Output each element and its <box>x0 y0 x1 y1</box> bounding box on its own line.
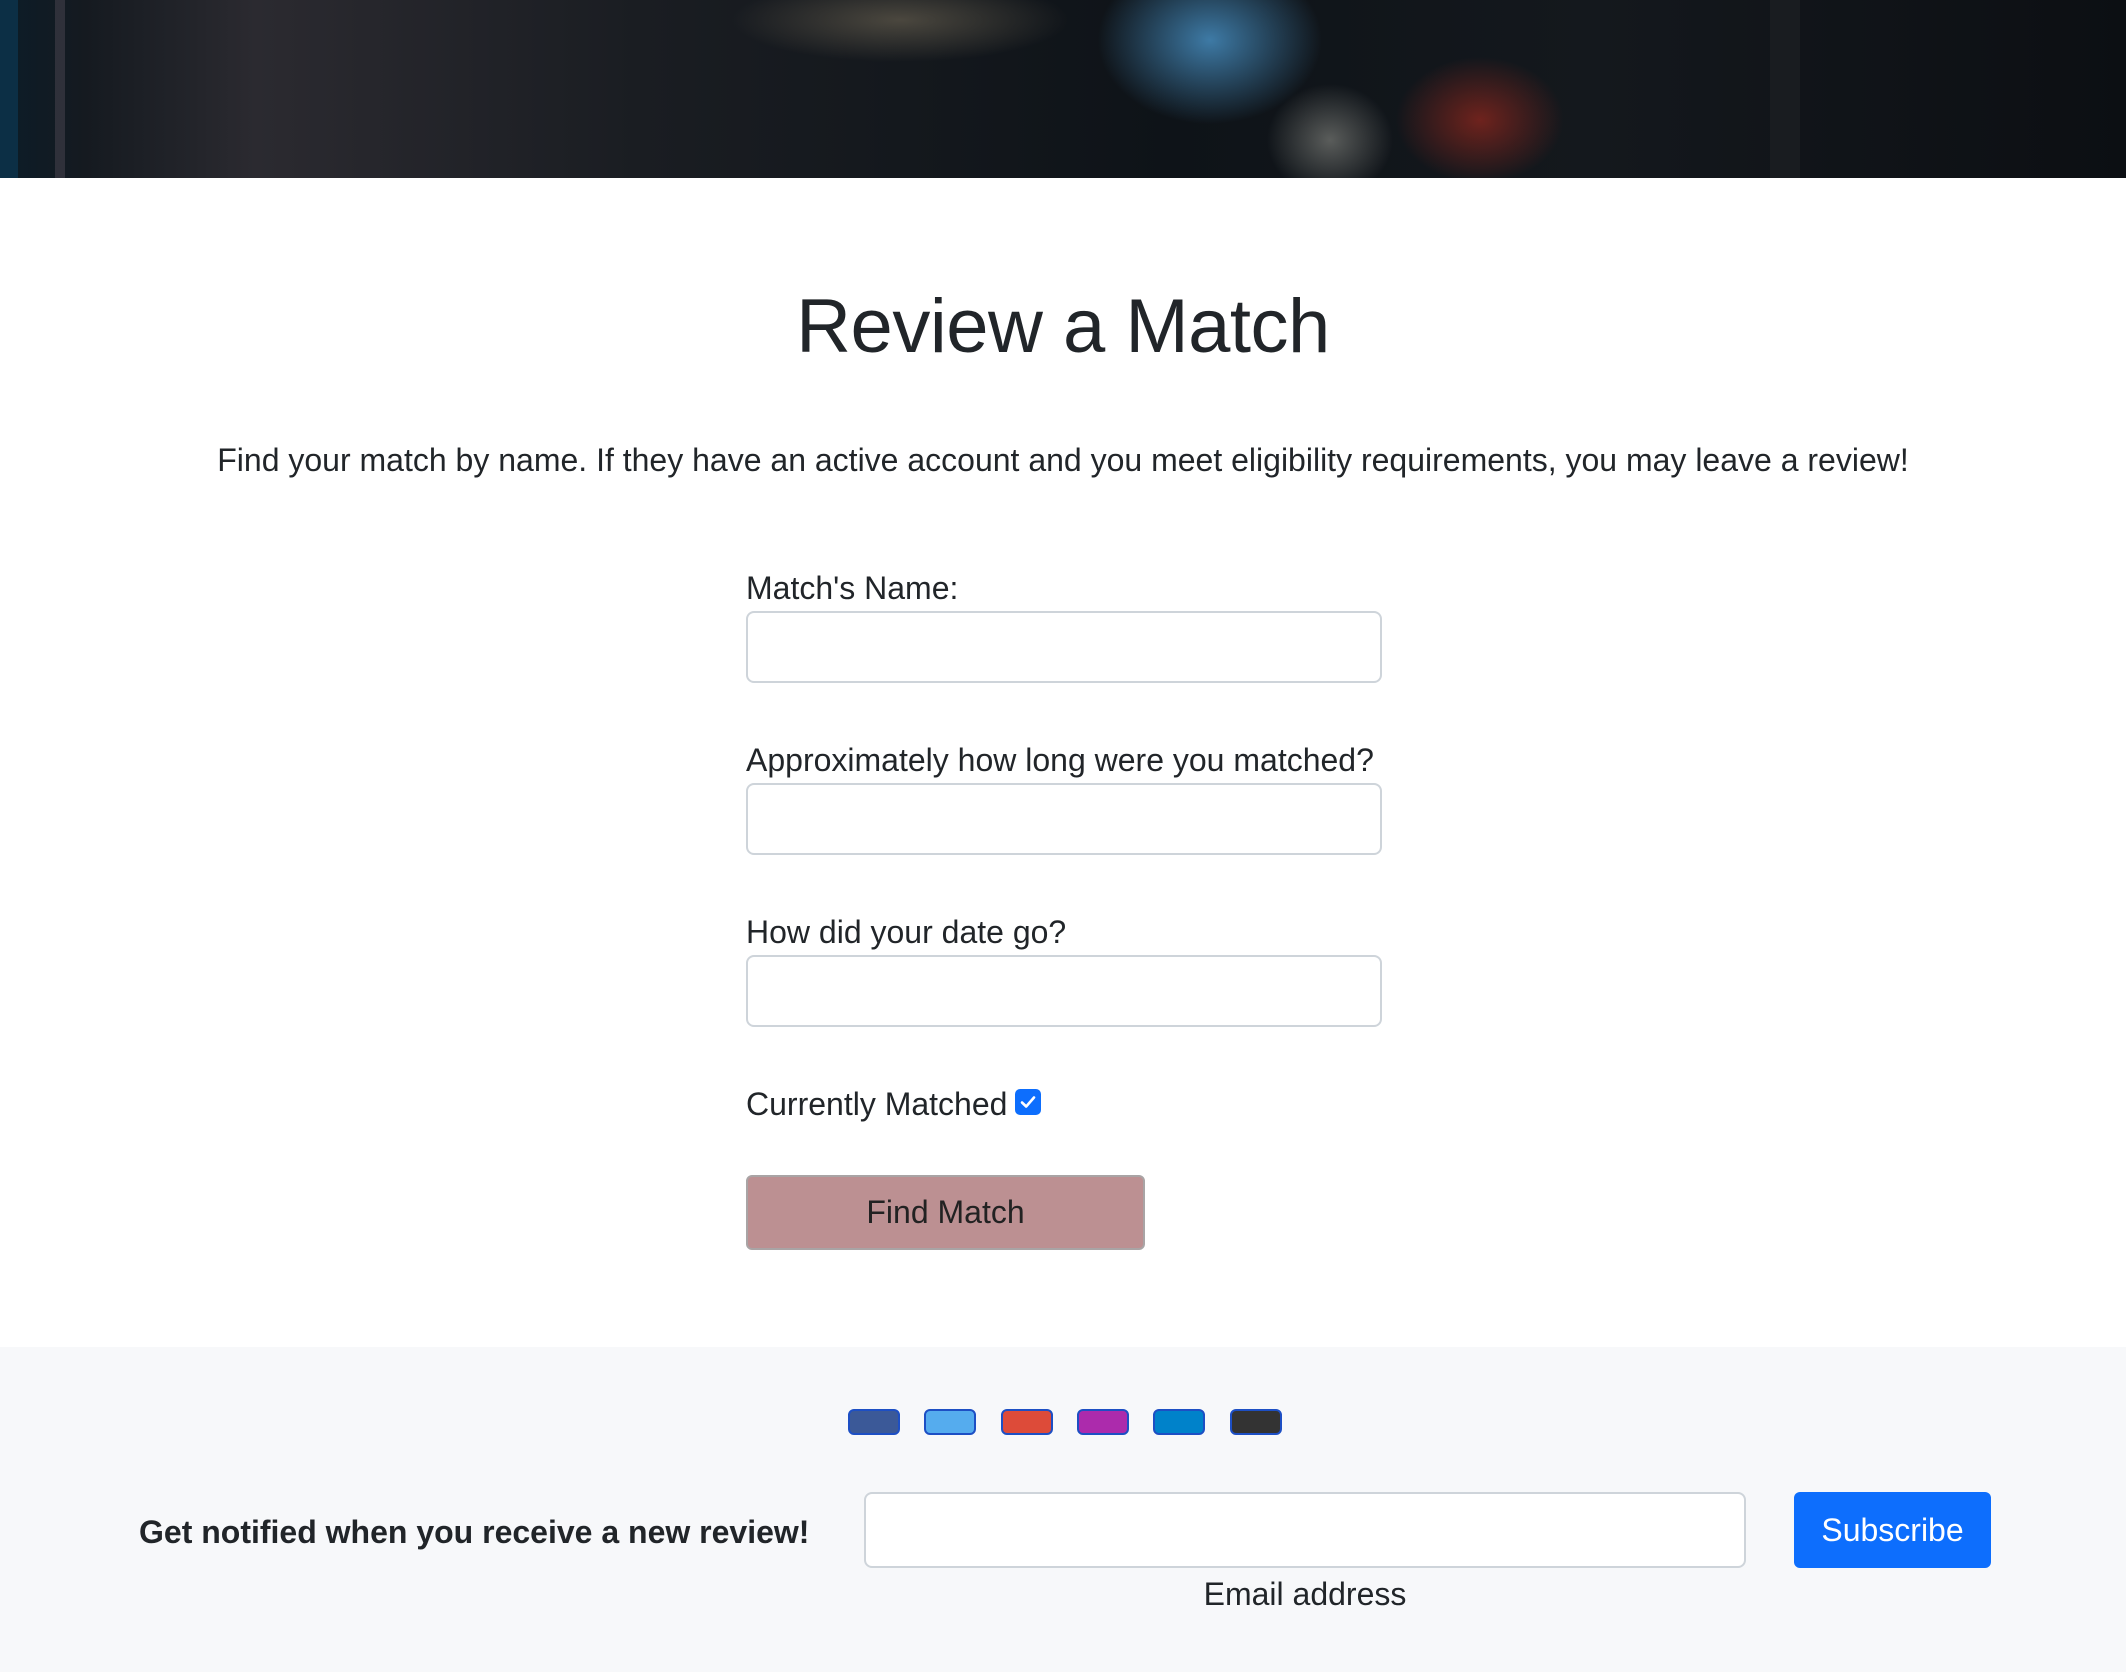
email-input[interactable] <box>864 1492 1746 1568</box>
github-icon[interactable] <box>1230 1409 1282 1435</box>
match-name-label: Match's Name: <box>746 570 959 606</box>
instagram-icon[interactable] <box>1077 1409 1129 1435</box>
hero-shade <box>55 0 65 178</box>
facebook-icon[interactable] <box>848 1409 900 1435</box>
date-review-label: How did your date go? <box>746 914 1067 950</box>
page-title: Review a Match <box>796 284 1330 369</box>
checkmark-icon <box>1021 1096 1036 1108</box>
hero-shade <box>0 0 18 178</box>
date-review-input[interactable] <box>746 955 1382 1027</box>
currently-matched-checkbox[interactable] <box>1015 1089 1042 1115</box>
hero-banner-image <box>0 0 2126 178</box>
match-duration-input[interactable] <box>746 783 1382 855</box>
subscribe-button[interactable]: Subscribe <box>1794 1492 1991 1568</box>
email-help-text: Email address <box>1203 1576 1407 1612</box>
notify-text: Get notified when you receive a new revi… <box>139 1514 810 1550</box>
match-duration-label: Approximately how long were you matched? <box>746 742 1374 778</box>
linkedin-icon[interactable] <box>1153 1409 1205 1435</box>
match-name-input[interactable] <box>746 611 1382 683</box>
currently-matched-row: Currently Matched <box>746 1084 1042 1124</box>
currently-matched-label: Currently Matched <box>746 1085 1008 1122</box>
google-icon[interactable] <box>1001 1409 1053 1435</box>
twitter-icon[interactable] <box>924 1409 976 1435</box>
find-match-button[interactable]: Find Match <box>746 1175 1145 1250</box>
intro-text: Find your match by name. If they have an… <box>217 442 1909 478</box>
hero-shade <box>1770 0 1800 178</box>
